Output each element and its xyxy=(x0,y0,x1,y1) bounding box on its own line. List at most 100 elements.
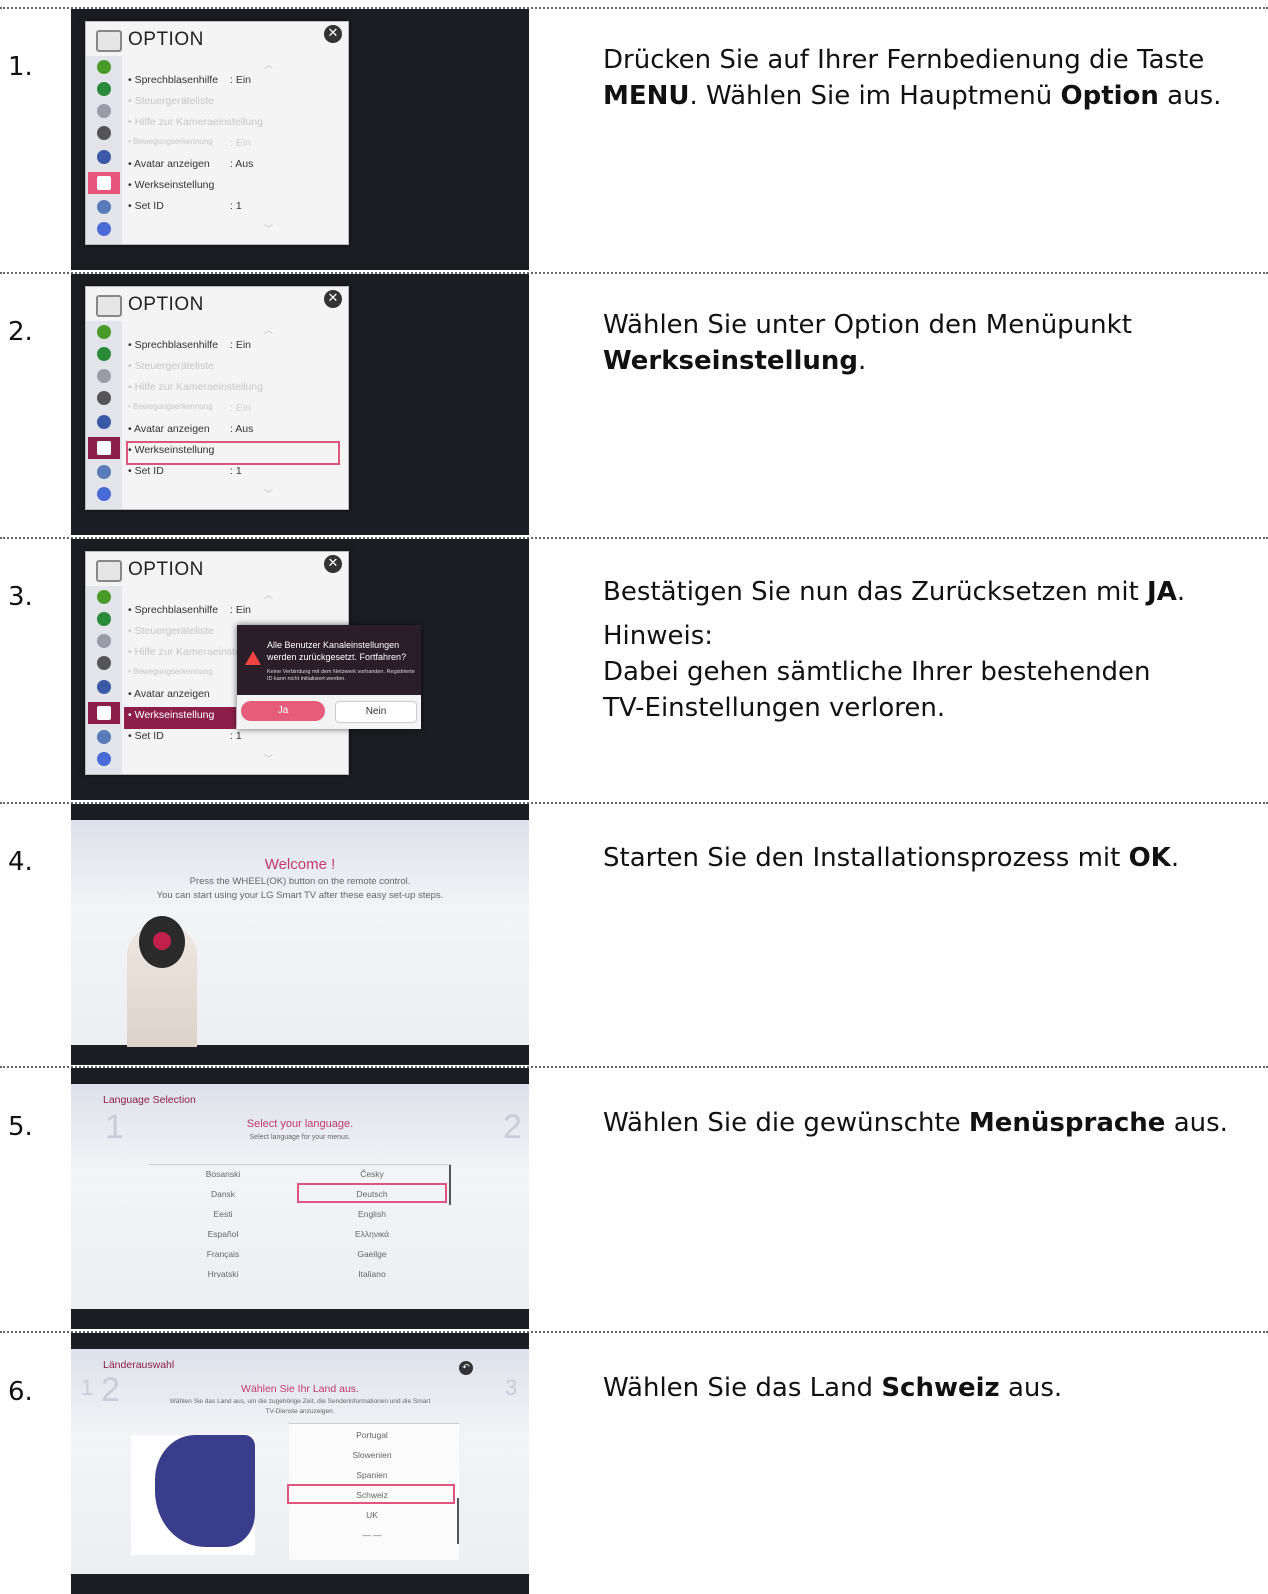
menu-item: • Bewegungserkennung xyxy=(128,667,213,676)
country-option[interactable]: UK xyxy=(289,1510,455,1520)
language-option-selected[interactable]: Deutsch xyxy=(299,1189,445,1199)
language-option[interactable]: Italiano xyxy=(299,1269,445,1279)
scroll-down-icon[interactable]: ﹀ xyxy=(264,222,273,235)
dialog-detail: Keine Verbindung mit dem Netzwerk vorhan… xyxy=(267,669,415,682)
back-icon[interactable]: ↶ xyxy=(459,1361,473,1375)
menu-item: • Steuergeräteliste xyxy=(128,95,214,107)
language-option[interactable]: Eesti xyxy=(149,1209,297,1219)
desc-text: aus. xyxy=(1165,1108,1228,1138)
network-icon[interactable] xyxy=(97,730,111,744)
desc-bold: JA xyxy=(1147,577,1177,607)
language-option[interactable]: Gaeilge xyxy=(299,1249,445,1259)
language-option[interactable]: Dansk xyxy=(149,1189,297,1199)
country-screen: Länderauswahl ↶ 1 2 3 Wählen Sie Ihr Lan… xyxy=(71,1349,529,1574)
network-icon[interactable] xyxy=(97,465,111,479)
sound-icon[interactable] xyxy=(97,82,111,96)
menu-item[interactable]: • Set ID xyxy=(128,730,164,742)
scrollbar[interactable] xyxy=(457,1498,459,1544)
country-option[interactable]: Portugal xyxy=(289,1430,455,1440)
menu-item-werkseinstellung[interactable]: • Werkseinstellung xyxy=(128,444,214,456)
no-button[interactable]: Nein xyxy=(335,701,417,723)
desc-bold: MENU xyxy=(603,81,690,111)
country-title: Wählen Sie Ihr Land aus. xyxy=(241,1383,359,1395)
menu-title: OPTION xyxy=(128,559,204,580)
dialog-message: Alle Benutzer Kanaleinstellungen werden … xyxy=(267,640,407,662)
menu-item-value: : Aus xyxy=(230,158,254,170)
europe-map xyxy=(131,1435,255,1555)
step-screenshot: OPTION ✕ ︿ • Sprechblasenhilfe : Ein • S… xyxy=(71,274,529,535)
menu-item-value: : Ein xyxy=(230,604,252,616)
menu-item-value: : 1 xyxy=(230,200,242,212)
channel-icon[interactable] xyxy=(97,634,111,648)
menu-item: • Hilfe zur Kameraeinstellung xyxy=(128,381,263,393)
language-option[interactable]: Bosanski xyxy=(149,1169,297,1179)
close-icon[interactable]: ✕ xyxy=(324,290,342,308)
option-icon[interactable] xyxy=(97,441,111,455)
menu-item[interactable]: • Sprechblasenhilfe xyxy=(128,74,218,86)
desc-bold: Schweiz xyxy=(881,1373,1000,1403)
menu-item[interactable]: • Avatar anzeigen xyxy=(128,688,210,700)
country-option-selected[interactable]: Schweiz xyxy=(289,1490,455,1500)
menu-title: OPTION xyxy=(128,294,204,315)
yes-button[interactable]: Ja xyxy=(241,701,325,721)
menu-item[interactable]: • Sprechblasenhilfe xyxy=(128,604,218,616)
channel-icon[interactable] xyxy=(97,369,111,383)
country-option[interactable]: Slowenien xyxy=(289,1450,455,1460)
sound-icon[interactable] xyxy=(97,347,111,361)
language-option[interactable]: Français xyxy=(149,1249,297,1259)
briefcase-icon xyxy=(96,30,122,52)
language-option[interactable]: Ελληνικά xyxy=(299,1229,445,1239)
language-option[interactable]: Hrvatski xyxy=(149,1269,297,1279)
note-label: Hinweis: xyxy=(603,621,714,651)
language-option[interactable]: English xyxy=(299,1209,445,1219)
time-icon[interactable] xyxy=(97,126,111,140)
welcome-title: Welcome ! xyxy=(264,856,336,873)
menu-item[interactable]: • Avatar anzeigen xyxy=(128,423,210,435)
desc-text: . xyxy=(1170,843,1180,873)
step-description: Drücken Sie auf Ihrer Fernbedienung die … xyxy=(603,42,1253,114)
menu-item[interactable]: • Sprechblasenhilfe xyxy=(128,339,218,351)
picture-icon[interactable] xyxy=(97,590,111,604)
scroll-up-icon[interactable]: ︿ xyxy=(264,323,273,336)
country-option[interactable]: Spanien xyxy=(289,1470,455,1480)
desc-text: Wählen Sie die gewünschte xyxy=(603,1108,969,1138)
menu-item-werkseinstellung[interactable]: • Werkseinstellung xyxy=(128,709,214,721)
menu-item-value: : 1 xyxy=(230,730,242,742)
menu-item[interactable]: • Set ID xyxy=(128,465,164,477)
menu-item: • Hilfe zur Kameraeinstellung xyxy=(128,116,263,128)
network-icon[interactable] xyxy=(97,200,111,214)
language-title: Select your language. xyxy=(246,1118,354,1130)
country-option[interactable]: — — xyxy=(289,1530,455,1540)
scrollbar[interactable] xyxy=(449,1165,451,1205)
support-icon[interactable] xyxy=(97,752,111,766)
option-icon[interactable] xyxy=(97,706,111,720)
lock-icon[interactable] xyxy=(97,415,111,429)
close-icon[interactable]: ✕ xyxy=(324,555,342,573)
language-option[interactable]: Español xyxy=(149,1229,297,1239)
lock-icon[interactable] xyxy=(97,150,111,164)
picture-icon[interactable] xyxy=(97,60,111,74)
menu-item[interactable]: • Set ID xyxy=(128,200,164,212)
country-subtitle: TV-Dienste anzuzeigen. xyxy=(265,1408,335,1415)
desc-text: Wählen Sie unter Option den Menüpunkt xyxy=(603,310,1132,340)
menu-title: OPTION xyxy=(128,29,204,50)
support-icon[interactable] xyxy=(97,222,111,236)
time-icon[interactable] xyxy=(97,391,111,405)
desc-bold: OK xyxy=(1128,843,1171,873)
language-option[interactable]: Česky xyxy=(299,1169,445,1179)
option-icon[interactable] xyxy=(97,176,111,190)
close-icon[interactable]: ✕ xyxy=(324,25,342,43)
scroll-down-icon[interactable]: ﹀ xyxy=(264,487,273,500)
lock-icon[interactable] xyxy=(97,680,111,694)
menu-item[interactable]: • Werkseinstellung xyxy=(128,179,214,191)
scroll-up-icon[interactable]: ︿ xyxy=(264,588,273,601)
sound-icon[interactable] xyxy=(97,612,111,626)
menu-item[interactable]: • Avatar anzeigen xyxy=(128,158,210,170)
channel-icon[interactable] xyxy=(97,104,111,118)
scroll-up-icon[interactable]: ︿ xyxy=(264,58,273,71)
support-icon[interactable] xyxy=(97,487,111,501)
picture-icon[interactable] xyxy=(97,325,111,339)
time-icon[interactable] xyxy=(97,656,111,670)
menu-item: • Steuergeräteliste xyxy=(128,625,214,637)
scroll-down-icon[interactable]: ﹀ xyxy=(264,752,273,765)
